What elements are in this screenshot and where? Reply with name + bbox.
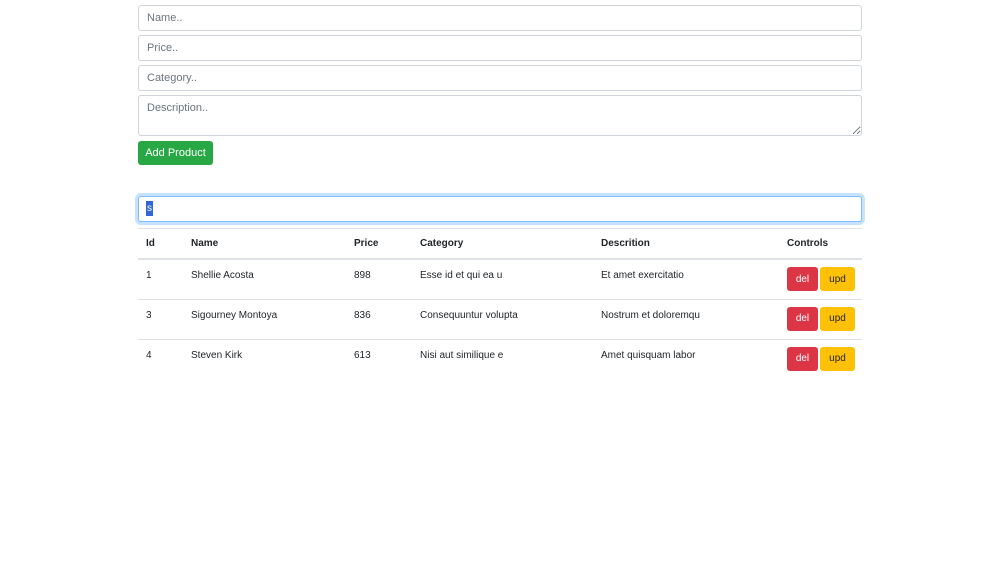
cell-price: 613 [346, 338, 412, 379]
cell-category: Consequuntur volupta [412, 298, 593, 339]
search-value-selected: s [146, 201, 153, 216]
products-table: Id Name Price Category Descrition Contro… [138, 228, 862, 379]
cell-price: 836 [346, 298, 412, 339]
cell-category: Esse id et qui ea u [420, 270, 503, 281]
header-price: Price [346, 228, 412, 260]
search-input[interactable] [138, 196, 862, 222]
header-name: Name [183, 228, 346, 260]
cell-description: Et amet exercitatio [601, 270, 684, 281]
table-header-row: Id Name Price Category Descrition Contro… [138, 228, 862, 260]
table-row: 4 Steven Kirk 613 Nisi aut similique e A… [138, 338, 862, 379]
cell-id: 1 [146, 270, 152, 281]
name-input[interactable] [138, 5, 862, 31]
header-controls: Controls [779, 228, 862, 260]
update-button[interactable]: upd [820, 306, 855, 331]
add-product-button[interactable]: Add Product [138, 141, 213, 165]
cell-controls: del upd [779, 298, 862, 339]
cell-id: 3 [138, 298, 183, 339]
header-category: Category [412, 228, 593, 260]
table-row: 3 Sigourney Montoya 836 Consequuntur vol… [138, 298, 862, 339]
cell-description: Nostrum et doloremqu [593, 298, 779, 339]
update-button[interactable]: upd [820, 346, 855, 371]
cell-description: Amet quisquam labor [593, 338, 779, 379]
cell-controls: del upd [779, 259, 862, 299]
update-button[interactable]: upd [820, 267, 855, 291]
price-input[interactable] [138, 35, 862, 61]
cell-name: Shellie Acosta [191, 270, 254, 281]
header-description: Descrition [593, 228, 779, 260]
cell-id: 4 [138, 338, 183, 379]
cell-name: Sigourney Montoya [183, 298, 346, 339]
delete-button[interactable]: del [787, 346, 818, 371]
cell-controls: del upd [779, 338, 862, 379]
delete-button[interactable]: del [787, 267, 818, 291]
description-textarea[interactable] [138, 95, 862, 136]
cell-price: 898 [354, 270, 371, 281]
header-id: Id [138, 228, 183, 260]
cell-category: Nisi aut similique e [412, 338, 593, 379]
delete-button[interactable]: del [787, 306, 818, 331]
cell-name: Steven Kirk [183, 338, 346, 379]
table-row: 1 Shellie Acosta 898 Esse id et qui ea u… [138, 259, 862, 299]
category-input[interactable] [138, 65, 862, 91]
